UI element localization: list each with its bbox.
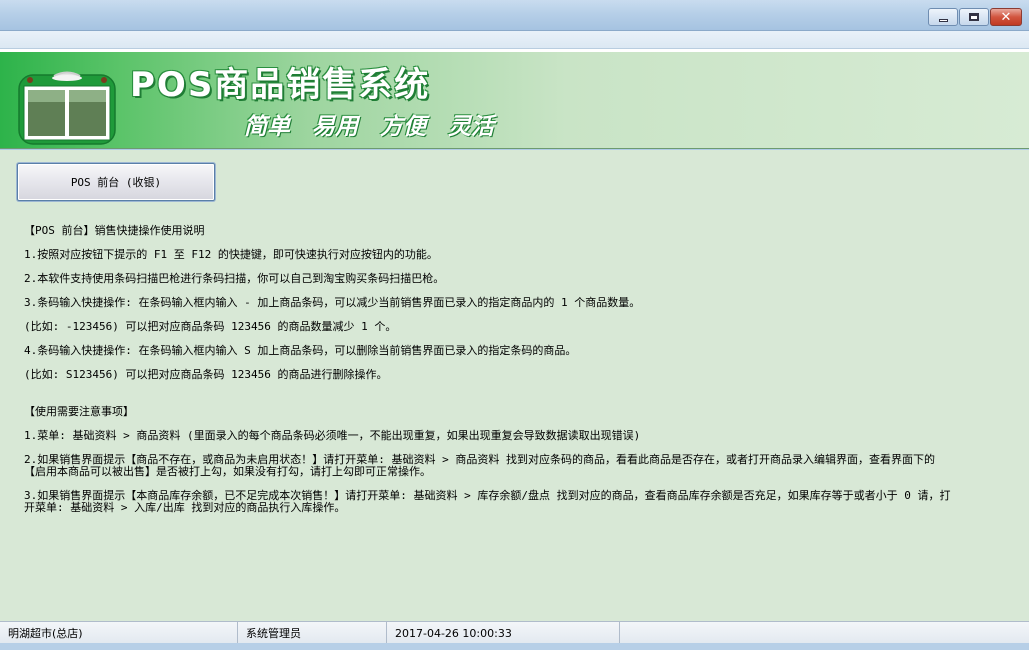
- instruction-line: 1.按照对应按钮下提示的 F1 至 F12 的快捷键，即可快速执行对应按钮内的功…: [24, 248, 438, 261]
- maximize-button[interactable]: [959, 8, 989, 26]
- window-logo-icon: [18, 71, 116, 145]
- main-content: POS 前台 (收银) 【POS 前台】销售快捷操作使用说明 1.按照对应按钮下…: [0, 150, 1029, 621]
- app-slogan: 简单 易用 方便 灵活: [244, 114, 495, 140]
- window-controls: ✕: [928, 8, 1022, 26]
- minimize-icon: [938, 18, 948, 22]
- close-icon: ✕: [1000, 9, 1012, 25]
- notes-title: 【使用需要注意事项】: [24, 405, 134, 418]
- instruction-line: (比如: S123456) 可以把对应商品条码 123456 的商品进行删除操作…: [24, 368, 388, 381]
- window-titlebar: ✕: [0, 0, 1029, 31]
- close-button[interactable]: ✕: [990, 8, 1022, 26]
- note-line: 3.如果销售界面提示【本商品库存余额，已不足完成本次销售！】请打开菜单: 基础资…: [24, 489, 951, 514]
- instruction-line: 2.本软件支持使用条码扫描巴枪进行条码扫描，你可以自己到淘宝购买条码扫描巴枪。: [24, 272, 445, 285]
- menu-strip: [0, 31, 1029, 49]
- status-store: 明湖超市(总店): [0, 622, 238, 644]
- maximize-icon: [969, 13, 979, 21]
- banner-edge: [0, 49, 1029, 52]
- instructions-title: 【POS 前台】销售快捷操作使用说明: [24, 224, 205, 237]
- window-bottom-frame: [0, 643, 1029, 650]
- instruction-line: 4.条码输入快捷操作: 在条码输入框内输入 S 加上商品条码，可以删除当前销售界…: [24, 344, 577, 357]
- app-title: POS商品销售系统: [130, 65, 431, 105]
- status-datetime: 2017-04-26 10:00:33: [387, 622, 620, 644]
- app-banner: POS商品销售系统 简单 易用 方便 灵活: [0, 49, 1029, 149]
- instruction-line: (比如: -123456) 可以把对应商品条码 123456 的商品数量减少 1…: [24, 320, 397, 333]
- status-user: 系统管理员: [238, 622, 387, 644]
- instruction-line: 3.条码输入快捷操作: 在条码输入框内输入 - 加上商品条码，可以减少当前销售界…: [24, 296, 641, 309]
- status-bar: 明湖超市(总店) 系统管理员 2017-04-26 10:00:33: [0, 621, 1029, 644]
- status-empty: [620, 622, 1029, 644]
- note-line: 2.如果销售界面提示【商品不存在，或商品为未启用状态！】请打开菜单: 基础资料 …: [24, 453, 935, 478]
- minimize-button[interactable]: [928, 8, 958, 26]
- note-line: 1.菜单: 基础资料 > 商品资料 (里面录入的每个商品条码必须唯一，不能出现重…: [24, 429, 641, 442]
- pos-frontdesk-button[interactable]: POS 前台 (收银): [17, 163, 215, 201]
